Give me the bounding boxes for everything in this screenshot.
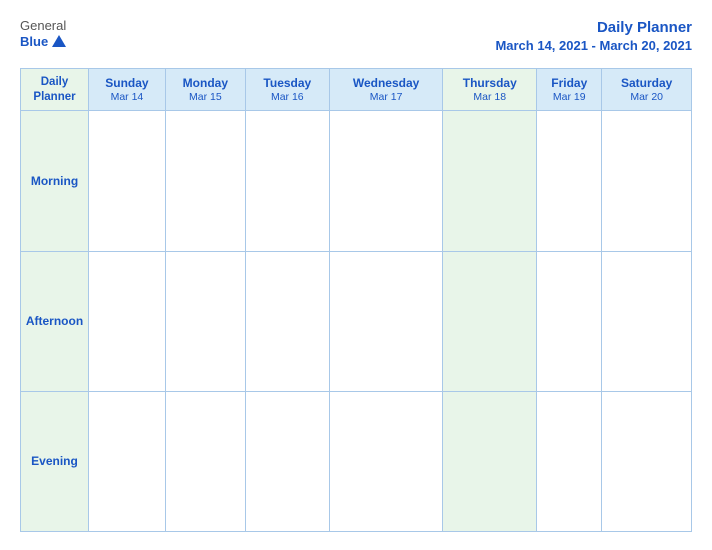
afternoon-row: Afternoon <box>21 251 692 391</box>
sunday-name: Sunday <box>91 76 163 92</box>
afternoon-sunday[interactable] <box>89 251 166 391</box>
morning-label: Morning <box>21 111 89 251</box>
title-area: Daily Planner March 14, 2021 - March 20,… <box>495 18 692 54</box>
morning-row: Morning <box>21 111 692 251</box>
afternoon-label: Afternoon <box>21 251 89 391</box>
morning-saturday[interactable] <box>602 111 692 251</box>
calendar-table: Daily Planner Sunday Mar 14 Monday Mar 1… <box>20 68 692 532</box>
monday-name: Monday <box>168 76 243 92</box>
saturday-name: Saturday <box>604 76 689 92</box>
saturday-date: Mar 20 <box>604 91 689 105</box>
header: General Blue Daily Planner March 14, 202… <box>20 18 692 54</box>
afternoon-monday[interactable] <box>165 251 245 391</box>
tuesday-date: Mar 16 <box>248 91 327 105</box>
logo-area: General Blue <box>20 18 66 49</box>
monday-date: Mar 15 <box>168 91 243 105</box>
afternoon-saturday[interactable] <box>602 251 692 391</box>
friday-name: Friday <box>539 76 599 92</box>
evening-friday[interactable] <box>537 391 602 531</box>
header-friday: Friday Mar 19 <box>537 69 602 111</box>
header-label-line2: Planner <box>33 91 75 103</box>
logo-blue-text: Blue <box>20 34 66 50</box>
tuesday-name: Tuesday <box>248 76 327 92</box>
afternoon-friday[interactable] <box>537 251 602 391</box>
logo-blue-word: Blue <box>20 34 48 50</box>
header-saturday: Saturday Mar 20 <box>602 69 692 111</box>
morning-wednesday[interactable] <box>329 111 443 251</box>
sunday-date: Mar 14 <box>91 91 163 105</box>
header-sunday: Sunday Mar 14 <box>89 69 166 111</box>
evening-monday[interactable] <box>165 391 245 531</box>
header-row: Daily Planner Sunday Mar 14 Monday Mar 1… <box>21 69 692 111</box>
thursday-name: Thursday <box>445 76 534 92</box>
evening-saturday[interactable] <box>602 391 692 531</box>
thursday-date: Mar 18 <box>445 91 534 105</box>
header-label-cell: Daily Planner <box>21 69 89 111</box>
morning-tuesday[interactable] <box>245 111 329 251</box>
morning-friday[interactable] <box>537 111 602 251</box>
logo-triangle-icon <box>52 35 66 47</box>
morning-monday[interactable] <box>165 111 245 251</box>
header-wednesday: Wednesday Mar 17 <box>329 69 443 111</box>
wednesday-date: Mar 17 <box>332 91 441 105</box>
morning-sunday[interactable] <box>89 111 166 251</box>
morning-thursday[interactable] <box>443 111 537 251</box>
friday-date: Mar 19 <box>539 91 599 105</box>
header-thursday: Thursday Mar 18 <box>443 69 537 111</box>
title-main: Daily Planner <box>495 18 692 38</box>
page: General Blue Daily Planner March 14, 202… <box>0 0 712 550</box>
evening-wednesday[interactable] <box>329 391 443 531</box>
afternoon-tuesday[interactable] <box>245 251 329 391</box>
title-date: March 14, 2021 - March 20, 2021 <box>495 38 692 55</box>
evening-row: Evening <box>21 391 692 531</box>
wednesday-name: Wednesday <box>332 76 441 92</box>
header-label-line1: Daily <box>41 76 69 88</box>
header-tuesday: Tuesday Mar 16 <box>245 69 329 111</box>
afternoon-thursday[interactable] <box>443 251 537 391</box>
evening-tuesday[interactable] <box>245 391 329 531</box>
afternoon-wednesday[interactable] <box>329 251 443 391</box>
evening-thursday[interactable] <box>443 391 537 531</box>
evening-label: Evening <box>21 391 89 531</box>
header-monday: Monday Mar 15 <box>165 69 245 111</box>
logo-general-text: General <box>20 18 66 34</box>
evening-sunday[interactable] <box>89 391 166 531</box>
